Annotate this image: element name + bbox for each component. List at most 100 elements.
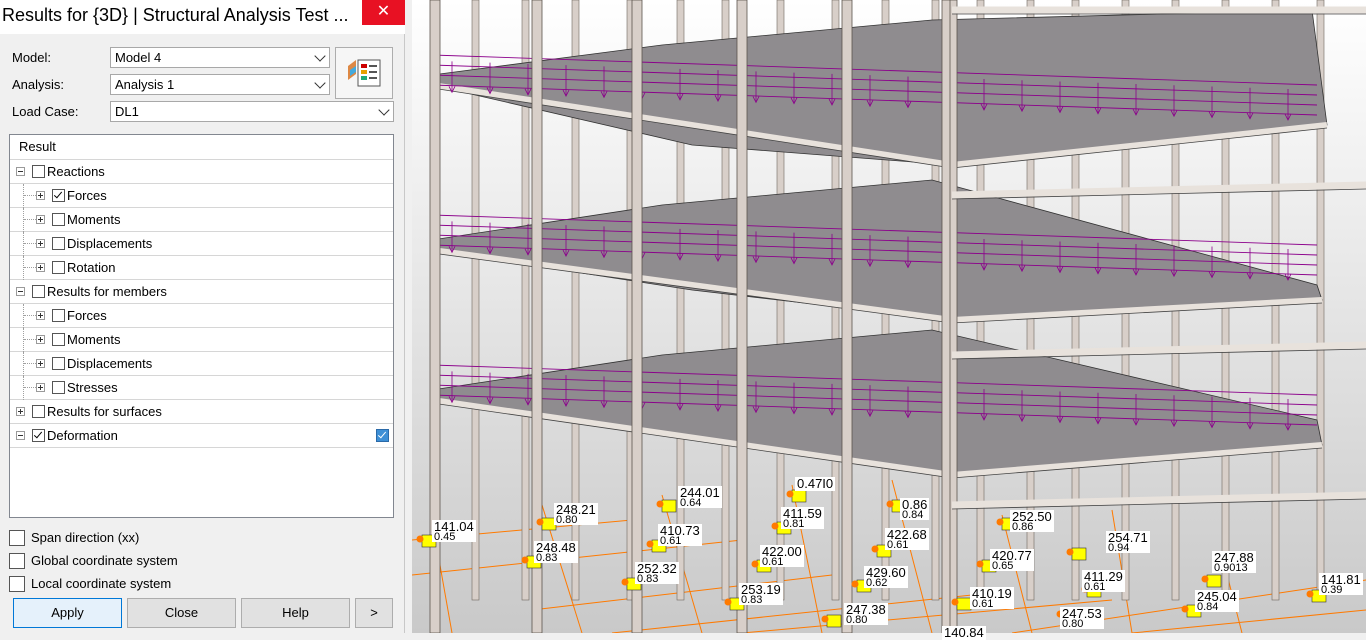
tree-checkbox[interactable] xyxy=(32,165,45,178)
tree-connector xyxy=(24,219,36,220)
reaction-value-label: 247.88 0.9013 xyxy=(1212,551,1256,574)
reaction-value-label: 422.00 0.61 xyxy=(760,545,804,568)
expand-icon[interactable] xyxy=(36,383,45,392)
reaction-value-label: 245.04 0.84 xyxy=(1195,590,1239,613)
collapse-icon[interactable] xyxy=(16,287,25,296)
reaction-node xyxy=(724,598,732,606)
tree-checkbox[interactable] xyxy=(52,381,65,394)
tree-item-reactions[interactable]: Reactions xyxy=(10,160,393,184)
collapse-icon[interactable] xyxy=(16,431,25,440)
tree-checkbox[interactable] xyxy=(52,261,65,274)
tree-connector xyxy=(24,243,36,244)
expand-icon[interactable] xyxy=(36,215,45,224)
tree-item-forces[interactable]: Forces xyxy=(10,184,393,208)
chevron-down-icon xyxy=(378,104,390,116)
tree-item-forces[interactable]: Forces xyxy=(10,304,393,328)
support-block xyxy=(791,489,807,503)
analysis-label: Analysis: xyxy=(12,77,65,92)
tree-checkbox[interactable] xyxy=(32,405,45,418)
reaction-value-label: 248.48 0.83 xyxy=(534,541,578,564)
reaction-node xyxy=(821,615,829,623)
tree-item-label: Displacements xyxy=(67,236,153,251)
reaction-value-label: 141.04 0.45 xyxy=(432,520,476,543)
expand-icon[interactable] xyxy=(36,359,45,368)
tree-item-results-for-surfaces[interactable]: Results for surfaces xyxy=(10,400,393,424)
tree-item-rotation[interactable]: Rotation xyxy=(10,256,393,280)
tree-connector xyxy=(23,352,24,376)
front-column xyxy=(531,0,543,633)
chevron-down-icon xyxy=(314,77,326,89)
reaction-value-label: 420.77 0.65 xyxy=(990,549,1034,572)
reaction-node xyxy=(1066,548,1074,556)
chevron-down-icon xyxy=(314,50,326,62)
local-coords-label: Local coordinate system xyxy=(31,576,172,591)
tree-item-stresses[interactable]: Stresses xyxy=(10,376,393,400)
tree-item-moments[interactable]: Moments xyxy=(10,328,393,352)
reaction-value-label: 253.19 0.83 xyxy=(739,583,783,606)
tree-item-results-for-members[interactable]: Results for members xyxy=(10,280,393,304)
front-column xyxy=(841,0,853,633)
tree-connector xyxy=(24,339,36,340)
tree-item-deformation[interactable]: Deformation xyxy=(10,424,393,448)
tree-item-label: Rotation xyxy=(67,260,116,275)
front-column xyxy=(631,0,643,633)
result-tree: Result Reactions Forces Moments Displacemen… xyxy=(9,134,394,518)
expand-icon[interactable] xyxy=(36,263,45,272)
results-panel: Results for {3D} | Structural Analysis T… xyxy=(0,0,405,633)
more-button[interactable]: > xyxy=(355,598,393,628)
tree-checkbox[interactable] xyxy=(32,429,45,442)
reaction-node xyxy=(621,578,629,586)
span-direction-checkbox[interactable] xyxy=(9,530,25,546)
tree-connector xyxy=(24,315,36,316)
reaction-value-label: 410.19 0.61 xyxy=(970,587,1014,610)
tree-checkbox[interactable] xyxy=(52,357,65,370)
tree-checkbox[interactable] xyxy=(52,189,65,202)
expand-icon[interactable] xyxy=(36,335,45,344)
tree-item-displacements[interactable]: Displacements xyxy=(10,232,393,256)
support-block xyxy=(1206,574,1222,588)
tree-checkbox[interactable] xyxy=(52,237,65,250)
collapse-icon[interactable] xyxy=(16,167,25,176)
expand-icon[interactable] xyxy=(36,311,45,320)
support-block xyxy=(826,614,842,628)
tree-item-moments[interactable]: Moments xyxy=(10,208,393,232)
tree-item-label: Reactions xyxy=(47,164,105,179)
reaction-value-label: 254.71 0.94 xyxy=(1106,531,1150,554)
tree-checkbox[interactable] xyxy=(52,309,65,322)
support-block xyxy=(1071,547,1087,561)
tree-item-label: Results for members xyxy=(47,284,167,299)
expand-icon[interactable] xyxy=(16,407,25,416)
tree-item-displacements[interactable]: Displacements xyxy=(10,352,393,376)
deformation-settings-checkbox[interactable] xyxy=(376,429,389,442)
help-button[interactable]: Help xyxy=(241,598,350,628)
model-select[interactable]: Model 4 xyxy=(110,47,330,68)
reaction-node xyxy=(646,540,654,548)
reaction-node xyxy=(851,580,859,588)
reaction-value-label: 411.59 0.81 xyxy=(781,507,824,530)
expand-icon[interactable] xyxy=(36,239,45,248)
tree-item-label: Forces xyxy=(67,308,107,323)
tree-checkbox[interactable] xyxy=(52,213,65,226)
analysis-select[interactable]: Analysis 1 xyxy=(110,74,330,95)
reaction-node xyxy=(871,545,879,553)
reaction-value-label: 252.50 0.86 xyxy=(1010,510,1054,533)
close-button[interactable]: Close xyxy=(127,598,236,628)
result-display-button[interactable] xyxy=(335,47,393,99)
support-block xyxy=(956,597,972,611)
tree-connector xyxy=(23,256,24,280)
close-window-button[interactable]: ✕ xyxy=(362,0,405,25)
model-label: Model: xyxy=(12,50,52,65)
result-legend-icon xyxy=(348,59,381,87)
model-viewport[interactable]: 141.04 0.45 248.21 0.80 248.48 0.83 244.01 0.64… xyxy=(412,0,1366,640)
reaction-value-label: 429.60 0.62 xyxy=(864,566,908,589)
tree-checkbox[interactable] xyxy=(32,285,45,298)
tree-connector xyxy=(23,376,24,400)
apply-button[interactable]: Apply xyxy=(13,598,122,628)
tree-checkbox[interactable] xyxy=(52,333,65,346)
local-coords-checkbox[interactable] xyxy=(9,576,25,592)
expand-icon[interactable] xyxy=(36,191,45,200)
loadcase-select[interactable]: DL1 xyxy=(110,101,394,122)
global-coords-checkbox[interactable] xyxy=(9,553,25,569)
reaction-value-label: 411.29 0.61 xyxy=(1082,570,1125,593)
reaction-node xyxy=(521,556,529,564)
